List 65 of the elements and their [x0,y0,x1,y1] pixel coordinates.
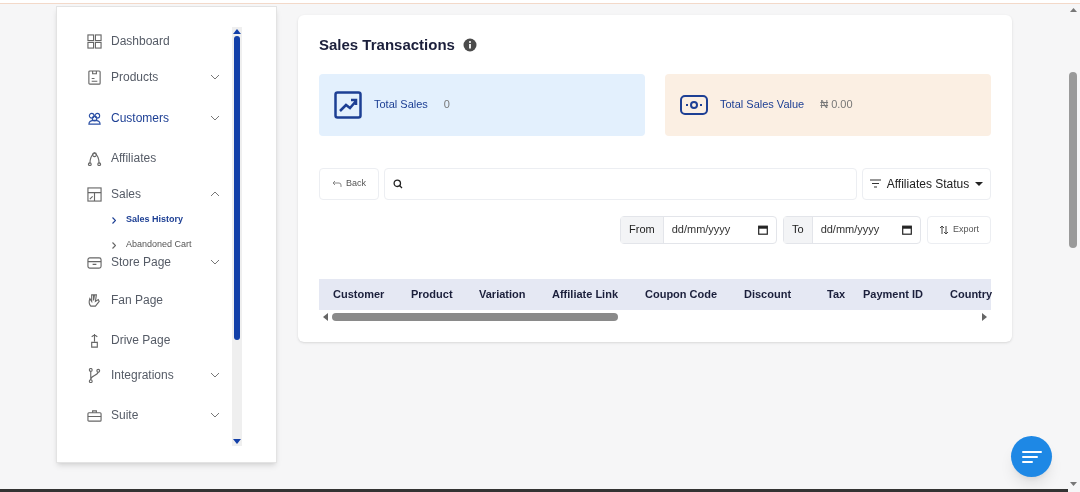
submenu-item[interactable]: Abandoned Cart [87,238,224,252]
sidebar-item[interactable]: Sales [87,184,224,204]
table-icon [87,186,102,202]
sidebar-item[interactable]: Integrations [87,365,224,385]
search-field[interactable] [384,167,857,200]
column-header: Tax [826,286,847,302]
people-icon [87,110,102,126]
grid-icon [87,33,102,49]
scroll-thumb[interactable] [1069,72,1077,248]
column-header: Coupon Code [644,286,719,302]
search-icon [393,178,403,189]
filter-icon [869,179,881,188]
sidebar-item[interactable]: Fan Page [87,290,224,310]
chevron-down-icon [210,259,220,265]
box-icon [87,69,102,85]
sidebar-item[interactable]: Affiliates [87,148,224,168]
hand-icon [87,292,102,308]
sidebar-item[interactable]: Suite [87,405,224,425]
chevron-right-icon [112,241,116,249]
scroll-thumb[interactable] [332,312,618,321]
stat-value: 0 [443,97,450,113]
scroll-left-icon[interactable] [323,312,328,321]
sidebar-item[interactable]: Products [87,67,224,87]
column-header: Payment ID [862,286,924,302]
info-icon[interactable] [462,38,477,53]
column-header: Country [949,286,994,302]
menu-icon [1021,449,1042,464]
store-icon [87,254,102,270]
scroll-up-icon[interactable] [233,29,241,34]
briefcase-icon [87,407,102,423]
column-header: Customer [332,286,386,302]
chevron-up-icon [210,191,220,197]
column-header: Variation [478,286,527,302]
filter-dropdown[interactable]: Affiliates Status [862,167,991,200]
stat-label: Total Sales [374,97,428,113]
scroll-right-icon[interactable] [982,312,987,321]
column-header: Discount [743,286,793,302]
back-arrow-icon [332,179,342,188]
stat-value: ₦ 0.00 [820,97,853,113]
sidebar-item[interactable]: Store Page [87,252,224,272]
sort-icon [939,224,949,235]
scroll-down-icon[interactable] [233,439,241,444]
column-header: Product [410,286,454,302]
page-title: Sales Transactions [319,35,455,55]
chevron-right-icon [112,216,116,224]
sidebar-scrollbar[interactable] [232,27,242,446]
sidebar-item[interactable]: Drive Page [87,330,224,350]
chevron-down-icon [210,412,220,418]
chevron-down-icon [210,372,220,378]
back-button[interactable]: Back [319,167,379,200]
column-header: Affiliate Link [551,286,619,302]
branch-icon [87,367,102,383]
scroll-thumb[interactable] [234,36,240,340]
trend-chart-icon [334,90,362,119]
export-button[interactable]: Export [927,215,991,244]
sidebar-item[interactable]: Dashboard [87,31,224,51]
scroll-up-icon[interactable] [1069,8,1077,12]
chevron-down-icon [210,74,220,80]
menu-fab[interactable] [1011,436,1052,477]
scroll-down-icon[interactable] [1069,482,1077,486]
caret-icon [975,181,984,186]
stat-label: Total Sales Value [720,97,805,113]
sidebar-item[interactable]: Customers [87,108,224,128]
submenu-item[interactable]: Sales History [87,213,224,227]
chevron-down-icon [210,115,220,121]
